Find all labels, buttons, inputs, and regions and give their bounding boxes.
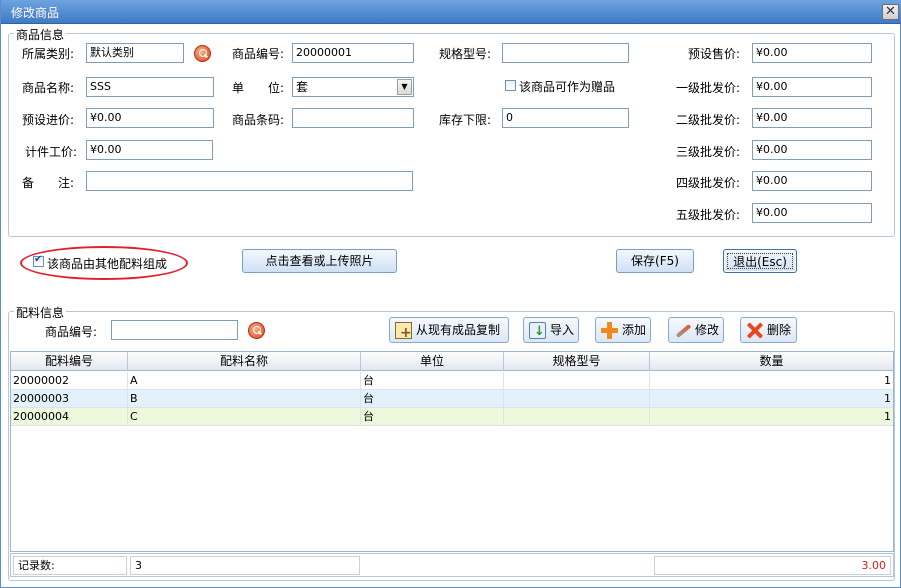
price-field-1[interactable]: ¥0.00 [752, 77, 872, 97]
unit-select[interactable]: 套 ▼ [292, 77, 414, 97]
remark-label: 备 注: [22, 176, 75, 190]
cell-spec [504, 408, 650, 426]
table-row[interactable]: 20000002 A 台 1 [11, 372, 893, 390]
unit-label: 单 位: [232, 81, 285, 95]
price-field-0[interactable]: ¥0.00 [752, 43, 872, 63]
edit-product-window: 修改商品 ✕ 商品信息 所属类别: 默认类别 商品编号: 20000001 规格… [0, 0, 901, 588]
plus-icon [601, 322, 618, 339]
column-header[interactable]: 配料编号 [11, 352, 128, 371]
cell-name: A [128, 372, 361, 390]
close-button[interactable]: ✕ [882, 4, 899, 20]
table-row[interactable]: 20000003 B 台 1 [11, 390, 893, 408]
price-label-2: 二级批发价: [676, 113, 741, 127]
composed-checkbox[interactable] [33, 254, 44, 267]
category-search-icon[interactable] [194, 45, 211, 62]
price-label-3: 三级批发价: [676, 145, 741, 159]
piece-wage-label: 计件工价: [25, 145, 78, 159]
import-button[interactable]: 导入 [523, 317, 579, 344]
price-field-4[interactable]: ¥0.00 [752, 171, 872, 191]
price-label-4: 四级批发价: [676, 176, 741, 190]
grid-header: 配料编号 配料名称 单位 规格型号 数量 [11, 352, 893, 371]
spec-field[interactable] [502, 43, 629, 63]
table-row[interactable]: 20000004 C 台 1 [11, 408, 893, 426]
delete-button[interactable]: 删除 [740, 317, 797, 343]
cell-code: 20000002 [11, 372, 128, 390]
cell-name: B [128, 390, 361, 408]
column-header[interactable]: 单位 [361, 352, 504, 371]
cell-spec [504, 372, 650, 390]
status-bar: 记录数: 3 3.00 [10, 553, 894, 577]
stock-min-label: 库存下限: [439, 113, 492, 127]
name-field[interactable]: SSS [86, 77, 214, 97]
category-label: 所属类别: [22, 47, 75, 61]
record-count-value: 3 [130, 556, 360, 575]
purchase-price-label: 预设进价: [22, 113, 75, 127]
add-button-label: 添加 [622, 323, 647, 337]
cell-name: C [128, 408, 361, 426]
window-title: 修改商品 [11, 6, 60, 20]
composed-label[interactable]: 该商品由其他配料组成 [47, 255, 167, 272]
category-field[interactable]: 默认类别 [86, 43, 184, 63]
gift-label[interactable]: 该商品可作为赠品 [519, 78, 615, 95]
copy-icon [395, 321, 412, 345]
spec-label: 规格型号: [439, 47, 492, 61]
code-field[interactable]: 20000001 [292, 43, 414, 63]
cell-qty: 1 [884, 392, 891, 405]
cell-code: 20000004 [11, 408, 128, 426]
price-label-1: 一级批发价: [676, 81, 741, 95]
delete-icon [746, 322, 763, 339]
exit-button-label: 退出(Esc) [727, 253, 793, 269]
code-label: 商品编号: [232, 47, 285, 61]
quantity-total: 3.00 [654, 556, 891, 575]
cell-qty: 1 [884, 410, 891, 423]
ingredient-search-icon[interactable] [248, 322, 265, 339]
ingredient-code-field[interactable] [111, 320, 238, 340]
copy-button-label: 从现有成品复制 [416, 323, 501, 337]
cell-unit: 台 [361, 408, 504, 426]
column-header[interactable]: 配料名称 [128, 352, 361, 371]
purchase-price-field[interactable]: ¥0.00 [86, 108, 214, 128]
photo-button[interactable]: 点击查看或上传照片 [242, 249, 397, 273]
add-button[interactable]: 添加 [595, 317, 651, 343]
copy-from-product-button[interactable]: 从现有成品复制 [389, 317, 509, 345]
ingredients-title: 配料信息 [14, 304, 67, 321]
ingredient-code-label: 商品编号: [45, 325, 98, 339]
column-header[interactable]: 数量 [650, 352, 893, 371]
piece-wage-field[interactable]: ¥0.00 [86, 140, 213, 160]
price-field-3[interactable]: ¥0.00 [752, 140, 872, 160]
delete-button-label: 删除 [767, 323, 792, 337]
remark-field[interactable] [86, 171, 413, 191]
exit-button[interactable]: 退出(Esc) [723, 249, 797, 273]
record-count-label: 记录数: [13, 556, 127, 575]
stock-min-field[interactable]: 0 [502, 108, 629, 128]
barcode-label: 商品条码: [232, 113, 285, 127]
cell-qty: 1 [884, 374, 891, 387]
cell-code: 20000003 [11, 390, 128, 408]
column-header[interactable]: 规格型号 [504, 352, 650, 371]
import-icon [529, 320, 546, 344]
chevron-down-icon[interactable]: ▼ [397, 79, 412, 95]
save-button[interactable]: 保存(F5) [616, 249, 694, 273]
price-label-0: 预设售价: [688, 47, 741, 61]
close-icon: ✕ [885, 4, 896, 19]
edit-button-label: 修改 [695, 323, 720, 337]
name-label: 商品名称: [22, 81, 75, 95]
edit-button[interactable]: 修改 [668, 317, 724, 343]
gift-checkbox[interactable] [505, 80, 516, 91]
price-field-5[interactable]: ¥0.00 [752, 203, 872, 223]
price-field-2[interactable]: ¥0.00 [752, 108, 872, 128]
cell-spec [504, 390, 650, 408]
barcode-field[interactable] [292, 108, 414, 128]
unit-value: 套 [296, 80, 309, 94]
product-info-title: 商品信息 [14, 26, 67, 43]
cell-unit: 台 [361, 372, 504, 390]
ingredients-grid[interactable]: 配料编号 配料名称 单位 规格型号 数量 20000002 A 台 1 2000… [10, 351, 894, 552]
price-label-5: 五级批发价: [676, 208, 741, 222]
title-bar[interactable]: 修改商品 ✕ [1, 0, 901, 24]
cell-unit: 台 [361, 390, 504, 408]
import-button-label: 导入 [550, 323, 575, 337]
edit-icon [674, 322, 691, 339]
